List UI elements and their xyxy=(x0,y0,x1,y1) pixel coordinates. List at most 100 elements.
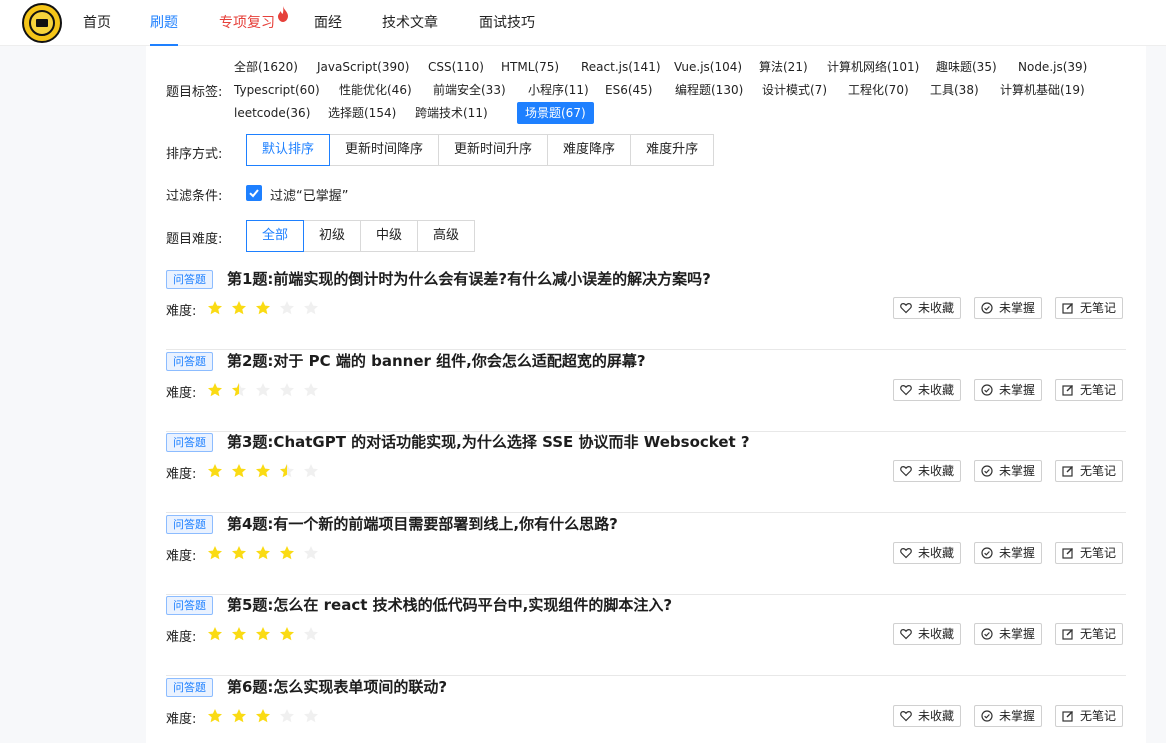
mastered-button[interactable]: 未掌握 xyxy=(974,297,1043,319)
tag-item[interactable]: 工程化(70) xyxy=(848,79,909,101)
question-title[interactable]: 第2题:对于 PC 端的 banner 组件,你会怎么适配超宽的屏幕? xyxy=(227,350,646,371)
site-logo[interactable] xyxy=(22,3,62,43)
logo-emblem xyxy=(29,10,55,36)
tag-item[interactable]: CSS(110) xyxy=(428,56,484,78)
nav-home[interactable]: 首页 xyxy=(83,0,111,46)
mastered-button[interactable]: 未掌握 xyxy=(974,378,1043,401)
difficulty-option[interactable]: 初级 xyxy=(303,220,362,252)
note-button[interactable]: 无笔记 xyxy=(1055,704,1124,727)
tag-item[interactable]: ES6(45) xyxy=(605,79,652,101)
question-title[interactable]: 第5题:怎么在 react 技术栈的低代码平台中,实现组件的脚本注入? xyxy=(227,594,672,615)
tag-item[interactable]: 算法(21) xyxy=(759,56,808,78)
difficulty-text: 难度: xyxy=(166,304,197,319)
tag-item[interactable]: 设计模式(7) xyxy=(762,79,827,101)
star-icon xyxy=(208,708,222,722)
tag-item[interactable]: 跨端技术(11) xyxy=(415,102,488,124)
nav-practice[interactable]: 刷题 xyxy=(150,0,178,46)
tag-item[interactable]: Vue.js(104) xyxy=(674,56,742,78)
note-button[interactable]: 无笔记 xyxy=(1055,460,1124,482)
star-icon xyxy=(232,301,246,315)
difficulty-option[interactable]: 高级 xyxy=(417,220,476,252)
question-title[interactable]: 第4题:有一个新的前端项目需要部署到线上,你有什么思路? xyxy=(227,513,618,534)
filter-mastered-checkbox[interactable] xyxy=(246,185,262,201)
question-item: 问答题 第4题:有一个新的前端项目需要部署到线上,你有什么思路? 难度: 未收藏… xyxy=(166,513,1126,595)
note-label: 无笔记 xyxy=(1080,708,1117,723)
tag-item[interactable]: Typescript(60) xyxy=(234,79,320,101)
tag-item[interactable]: 计算机基础(19) xyxy=(1000,79,1085,101)
tag-item[interactable]: React.js(141) xyxy=(581,56,661,78)
sort-option[interactable]: 难度降序 xyxy=(547,134,632,166)
star-icon xyxy=(232,545,246,559)
edit-icon xyxy=(1062,303,1073,314)
tag-item[interactable]: 场景题(67) xyxy=(517,102,594,124)
mastered-label: 未掌握 xyxy=(999,464,1036,478)
nav-tech-articles[interactable]: 技术文章 xyxy=(382,0,438,46)
note-button[interactable]: 无笔记 xyxy=(1055,378,1124,401)
filter-mastered-label[interactable]: 过滤“已掌握” xyxy=(270,185,348,204)
star-icon xyxy=(280,627,294,641)
difficulty-option[interactable]: 中级 xyxy=(360,220,419,252)
edit-icon xyxy=(1062,547,1073,559)
difficulty-label: 题目难度: xyxy=(166,232,223,247)
mastered-label: 未掌握 xyxy=(999,545,1036,560)
favorite-label: 未收藏 xyxy=(918,382,955,397)
heart-icon xyxy=(900,710,912,721)
heart-icon xyxy=(900,384,912,395)
difficulty-option[interactable]: 全部 xyxy=(246,220,305,252)
difficulty-stars xyxy=(207,300,327,316)
note-label: 无笔记 xyxy=(1080,545,1117,560)
tag-item[interactable]: 选择题(154) xyxy=(328,102,396,124)
nav-special-review[interactable]: 专项复习 xyxy=(219,0,288,46)
mastered-button[interactable]: 未掌握 xyxy=(974,704,1043,727)
tag-item[interactable]: 前端安全(33) xyxy=(433,79,506,101)
star-icon xyxy=(208,301,222,315)
tag-item[interactable]: Node.js(39) xyxy=(1018,56,1087,78)
sort-option[interactable]: 难度升序 xyxy=(630,134,715,166)
star-icon xyxy=(208,382,222,396)
heart-icon xyxy=(900,466,912,477)
star-icon xyxy=(304,708,318,722)
sort-option[interactable]: 更新时间升序 xyxy=(438,134,549,166)
nav-interview-tips[interactable]: 面试技巧 xyxy=(479,0,535,46)
tag-item[interactable]: 性能优化(46) xyxy=(339,79,412,101)
tag-item[interactable]: 计算机网络(101) xyxy=(827,56,919,78)
question-title[interactable]: 第1题:前端实现的倒计时为什么会有误差?有什么减小误差的解决方案吗? xyxy=(227,268,711,289)
fire-icon xyxy=(278,6,288,22)
tag-item[interactable]: leetcode(36) xyxy=(234,102,310,124)
check-circle-icon xyxy=(981,709,993,722)
tag-item[interactable]: 工具(38) xyxy=(930,79,979,101)
nav-interview-experience[interactable]: 面经 xyxy=(314,0,342,46)
mastered-button[interactable]: 未掌握 xyxy=(974,623,1043,645)
note-button[interactable]: 无笔记 xyxy=(1055,297,1124,319)
question-type-badge: 问答题 xyxy=(166,596,213,615)
star-icon xyxy=(256,545,270,559)
mastered-button[interactable]: 未掌握 xyxy=(974,460,1043,482)
star-icon xyxy=(280,301,294,315)
favorite-button[interactable]: 未收藏 xyxy=(893,297,962,319)
tag-item[interactable]: JavaScript(390) xyxy=(317,56,409,78)
tag-item[interactable]: 小程序(11) xyxy=(528,79,589,101)
tag-item[interactable]: HTML(75) xyxy=(501,56,559,78)
star-icon xyxy=(232,708,246,722)
favorite-button[interactable]: 未收藏 xyxy=(893,460,962,482)
tag-item[interactable]: 全部(1620) xyxy=(234,56,298,78)
sort-option[interactable]: 默认排序 xyxy=(246,134,331,166)
favorite-button[interactable]: 未收藏 xyxy=(893,541,962,564)
edit-icon xyxy=(1062,629,1073,640)
tag-item[interactable]: 编程题(130) xyxy=(675,79,743,101)
mastered-button[interactable]: 未掌握 xyxy=(974,541,1043,564)
difficulty-text: 难度: xyxy=(166,630,197,645)
favorite-button[interactable]: 未收藏 xyxy=(893,378,962,401)
star-icon xyxy=(304,627,318,641)
question-type-badge: 问答题 xyxy=(166,270,213,289)
note-button[interactable]: 无笔记 xyxy=(1055,623,1124,645)
favorite-button[interactable]: 未收藏 xyxy=(893,704,962,727)
star-icon xyxy=(304,382,318,396)
favorite-button[interactable]: 未收藏 xyxy=(893,623,962,645)
question-title[interactable]: 第3题:ChatGPT 的对话功能实现,为什么选择 SSE 协议而非 Webso… xyxy=(227,431,750,452)
question-title[interactable]: 第6题:怎么实现表单项间的联动? xyxy=(227,676,447,697)
sort-option[interactable]: 更新时间降序 xyxy=(329,134,440,166)
note-button[interactable]: 无笔记 xyxy=(1055,541,1124,564)
favorite-label: 未收藏 xyxy=(918,464,955,478)
tag-item[interactable]: 趣味题(35) xyxy=(936,56,997,78)
